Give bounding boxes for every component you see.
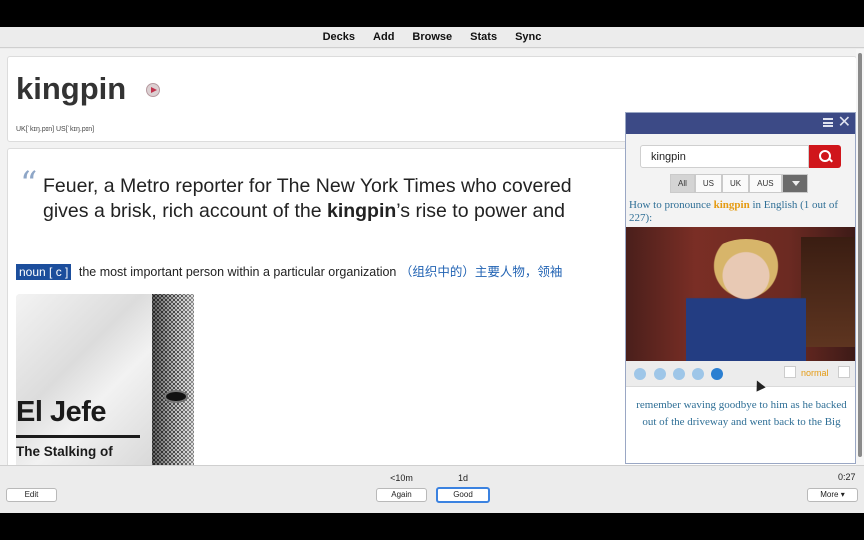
review-timer: 0:27 — [838, 472, 856, 482]
nav-decks[interactable]: Decks — [314, 31, 364, 43]
nav-browse[interactable]: Browse — [403, 31, 461, 43]
poster-subtitle: The Stalking of — [16, 444, 113, 459]
search-input[interactable]: kingpin — [640, 145, 809, 168]
popup-header: ✕ — [626, 113, 855, 134]
accent-filters: All US UK AUS — [670, 174, 808, 193]
video-speaker — [686, 239, 806, 361]
example-pre: gives a brisk, rich account of the — [43, 200, 327, 222]
portrait-eye — [166, 392, 186, 401]
pronunciation-popup: ✕ kingpin All US UK AUS How to pronounce… — [625, 112, 856, 464]
poster-paper — [16, 294, 152, 465]
example-image: El Jefe The Stalking of — [16, 294, 194, 465]
example-highlight: kingpin — [326, 200, 397, 222]
speed-down-button[interactable] — [784, 366, 796, 378]
again-button[interactable]: Again — [376, 488, 427, 502]
close-icon[interactable]: ✕ — [838, 114, 851, 132]
dropdown-icon[interactable] — [781, 174, 808, 193]
definition-chinese: （组织中的）主要人物，领袖 — [399, 265, 563, 279]
play-icon[interactable] — [146, 83, 160, 97]
how-pre: How to pronounce — [629, 199, 714, 211]
part-of-speech-badge: noun [ c ] — [16, 264, 72, 280]
menu-icon[interactable] — [823, 118, 833, 127]
example-sentence: Feuer, a Metro reporter for The New York… — [43, 174, 683, 224]
phonetic: UK[ˈkɪŋ.pɪn] US[ˈkɪŋ.pɪn] — [16, 126, 95, 133]
repeat-icon[interactable] — [673, 368, 685, 380]
example-line-1: Feuer, a Metro reporter for The New York… — [43, 175, 572, 197]
video-caption: remember waving goodbye to him as he bac… — [626, 387, 855, 463]
definition-row: noun [ c ] the most important person wit… — [16, 261, 562, 280]
replay-icon[interactable] — [654, 368, 666, 380]
headword: kingpin — [16, 71, 127, 106]
top-nav: Decks Add Browse Stats Sync — [0, 27, 864, 48]
video-shelf — [801, 237, 855, 347]
popup-body: kingpin All US UK AUS How to pronounce k… — [626, 134, 855, 463]
speed-up-button[interactable] — [838, 366, 850, 378]
example-post: ’s rise to power and — [396, 200, 566, 222]
poster-rule — [16, 435, 140, 438]
next-icon[interactable] — [711, 368, 723, 380]
example-line-2: gives a brisk, rich account of the kingp… — [43, 199, 683, 224]
filter-us[interactable]: US — [694, 174, 723, 193]
video-player[interactable] — [626, 227, 855, 361]
poster-title: El Jefe — [16, 396, 107, 428]
pronounce-heading: How to pronounce kingpin in English (1 o… — [629, 199, 854, 225]
pause-icon[interactable] — [692, 368, 704, 380]
nav-add[interactable]: Add — [364, 31, 403, 43]
how-word: kingpin — [713, 199, 750, 211]
prev-icon[interactable] — [634, 368, 646, 380]
scrollbar-thumb[interactable] — [858, 53, 862, 457]
answer-bar: Edit <10m Again 1d Good 0:27 More ▾ — [0, 465, 864, 513]
speed-label: normal — [801, 368, 829, 378]
video-controls: normal — [626, 361, 855, 387]
nav-sync[interactable]: Sync — [506, 31, 550, 43]
filter-aus[interactable]: AUS — [749, 174, 782, 193]
definition-text: the most important person within a parti… — [75, 265, 400, 279]
quote-icon: “ — [20, 164, 38, 204]
search-icon[interactable] — [809, 145, 841, 168]
anki-window: Decks Add Browse Stats Sync kingpin UK[ˈ… — [0, 27, 864, 513]
portrait-shade — [152, 294, 194, 465]
again-interval: <10m — [390, 473, 413, 483]
more-button[interactable]: More ▾ — [807, 488, 858, 502]
filter-uk[interactable]: UK — [722, 174, 750, 193]
good-button[interactable]: Good — [436, 487, 490, 503]
good-interval: 1d — [457, 473, 468, 483]
nav-stats[interactable]: Stats — [461, 31, 506, 43]
edit-button[interactable]: Edit — [6, 488, 57, 502]
vertical-scrollbar[interactable] — [856, 49, 864, 465]
filter-all[interactable]: All — [670, 174, 695, 193]
